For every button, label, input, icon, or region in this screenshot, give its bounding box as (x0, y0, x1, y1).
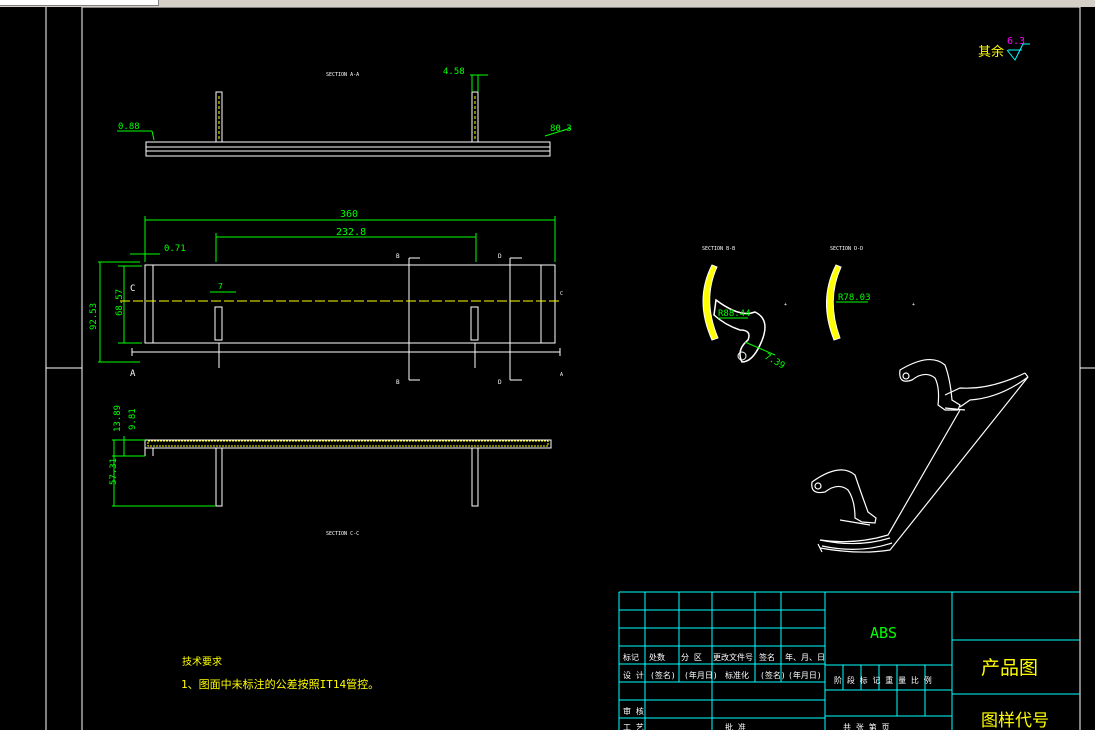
section-a-a-view: SECTION A-A 0.88 4.58 80.3 (117, 67, 572, 157)
title-material: ABS (870, 624, 897, 642)
section-b-b-label: SECTION B-B (702, 246, 735, 252)
center-mark-b: + (784, 302, 787, 308)
tb-review: 审 核 (623, 706, 644, 716)
tb-mark: 标记 (623, 652, 639, 662)
dim-80-3: 80.3 (550, 124, 572, 134)
dim-92-53: 92.53 (89, 303, 99, 330)
dim-0-71: 0.71 (164, 244, 186, 254)
title-product: 产品图 (981, 657, 1038, 679)
tb-design-sign: (签名) (650, 670, 676, 680)
marker-c-left: C (130, 284, 135, 294)
marker-d-top: D (498, 253, 502, 260)
dim-9-81: 9.81 (128, 408, 138, 430)
tb-design-date: (年月日) (684, 670, 718, 680)
dim-232-8: 232.8 (336, 227, 366, 238)
tb-date: 年、月、日 (785, 652, 825, 662)
notes-line-1: 1、图面中未标注的公差按照IT14管控。 (181, 677, 379, 691)
title-code-label: 图样代号 (981, 711, 1049, 730)
tb-sheets: 共 张 第 页 (843, 722, 889, 730)
section-d-d-view: SECTION D-D R78.03 + + (784, 246, 915, 341)
section-c-c-label: SECTION C-C (326, 531, 359, 537)
technical-requirements: 技术要求 1、图面中未标注的公差按照IT14管控。 (181, 655, 379, 691)
tb-process: 工 艺 (623, 723, 644, 730)
tb-count: 处数 (649, 652, 665, 662)
tb-standard: 标准化 (725, 670, 749, 680)
dim-r78-03: R78.03 (838, 293, 871, 303)
tb-change-doc: 更改文件号 (713, 652, 753, 662)
front-view: 360 232.8 0.71 7 92.53 68.57 C C A A B B… (89, 209, 563, 386)
marker-b-bottom: B (396, 379, 400, 386)
section-d-d-label: SECTION D-D (830, 246, 863, 252)
title-block: ABS 产品图 图样代号 标记 处数 分 区 更改文件号 签名 年、月、日 设 … (618, 591, 1080, 730)
dim-4-58: 4.58 (443, 67, 465, 77)
surface-roughness-symbol: 其余 6.3 (978, 36, 1030, 61)
tb-zone: 分 区 (681, 653, 702, 662)
window-top-bar (0, 0, 1095, 7)
marker-d-bottom: D (498, 379, 502, 386)
marker-b-top: B (396, 253, 400, 260)
dim-7-39: 7.39 (763, 352, 787, 372)
dim-0-88: 0.88 (118, 122, 140, 132)
isometric-view (811, 359, 1029, 553)
tb-standard-date: (年月日) (788, 670, 822, 680)
roughness-value: 6.3 (1007, 36, 1025, 47)
cad-drawing-canvas[interactable]: SECTION A-A 0.88 4.58 80.3 360 232.8 0.7… (0, 7, 1095, 730)
roughness-label: 其余 (978, 44, 1004, 60)
document-tab[interactable] (0, 0, 159, 6)
marker-a-left: A (130, 369, 136, 379)
dim-360: 360 (340, 209, 358, 220)
tb-approve: 批 准 (725, 722, 746, 730)
section-a-a-label: SECTION A-A (326, 72, 359, 78)
marker-c-right: C (560, 291, 563, 297)
tb-sign: 签名 (759, 652, 775, 662)
dim-57-31: 57.31 (109, 458, 119, 485)
notes-title: 技术要求 (182, 655, 222, 668)
dim-68-57: 68.57 (115, 289, 125, 316)
marker-a-right: A (560, 372, 563, 378)
tb-stage-row: 阶 段 标 记 重 量 比 例 (834, 675, 932, 685)
dim-7: 7 (218, 282, 223, 291)
tb-standard-sign: (签名) (760, 670, 786, 680)
drawing-frame (45, 7, 1095, 730)
center-mark: + (912, 302, 915, 308)
section-b-b-view: SECTION B-B R88.44 7.39 (702, 246, 786, 371)
tb-design: 设 计 (623, 670, 644, 680)
dim-r88-44: R88.44 (718, 309, 751, 319)
section-c-c-view: 13.89 9.81 57.31 SECTION C-C (109, 405, 552, 537)
dim-13-89: 13.89 (113, 405, 123, 432)
